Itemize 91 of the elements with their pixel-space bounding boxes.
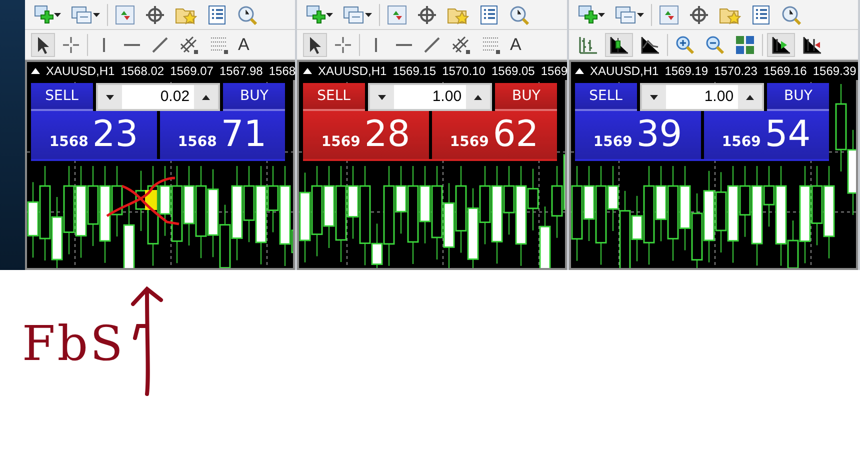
caret-icon[interactable] xyxy=(54,12,61,16)
channel-icon[interactable] xyxy=(179,34,199,54)
vertical-line-icon[interactable] xyxy=(101,36,107,54)
buy-button[interactable]: BUY xyxy=(223,83,285,111)
caret-icon[interactable] xyxy=(650,94,658,100)
price-quote: 1570.23 xyxy=(714,63,758,80)
sell-price-button[interactable]: 1569 28 xyxy=(303,111,428,159)
bar-chart-icon[interactable] xyxy=(578,34,598,54)
candle xyxy=(539,206,551,268)
price-quote: 1569.15 xyxy=(392,63,436,80)
crosshair-icon[interactable] xyxy=(689,4,709,24)
zoom-out-icon[interactable] xyxy=(705,34,725,54)
channel-icon[interactable] xyxy=(451,34,471,54)
list-icon[interactable] xyxy=(479,4,499,24)
price-quote: 1567.98 xyxy=(219,63,263,80)
arrows-icon[interactable] xyxy=(115,4,135,24)
crosshair-icon[interactable] xyxy=(62,36,80,54)
plus-icon[interactable] xyxy=(34,4,54,24)
collapse-icon[interactable] xyxy=(303,68,312,74)
chart-symbol: XAUUSD,H1 xyxy=(46,63,115,80)
sell-button[interactable]: SELL xyxy=(575,83,637,111)
windows-icon[interactable] xyxy=(71,4,93,24)
zoom-in-icon[interactable] xyxy=(675,34,695,54)
arrows-icon[interactable] xyxy=(387,4,407,24)
volume-spinner[interactable]: 0.02 xyxy=(96,83,220,111)
windows-icon[interactable] xyxy=(343,4,365,24)
crosshair-icon[interactable] xyxy=(334,36,352,54)
handwritten-note: FbS xyxy=(22,315,125,374)
plus-icon[interactable] xyxy=(578,4,598,24)
diagonal-line-icon[interactable] xyxy=(423,36,441,54)
cursor-icon[interactable] xyxy=(36,36,50,54)
clock-magnifier-icon[interactable] xyxy=(509,4,529,24)
horizontal-line-icon[interactable] xyxy=(395,42,413,48)
price-quote: 1569.07 xyxy=(170,63,214,80)
price-quote: 1570.10 xyxy=(442,63,486,80)
arrows-icon[interactable] xyxy=(659,4,679,24)
price-quote: 1569.16 xyxy=(763,63,807,80)
list-icon[interactable] xyxy=(751,4,771,24)
clock-magnifier-icon[interactable] xyxy=(781,4,801,24)
caret-icon[interactable] xyxy=(326,12,333,16)
caret-icon[interactable] xyxy=(474,94,482,100)
dotted-grid-icon[interactable] xyxy=(481,34,501,54)
chart-symbol: XAUUSD,H1 xyxy=(590,63,659,80)
windows-icon[interactable] xyxy=(615,4,637,24)
sell-button[interactable]: SELL xyxy=(303,83,365,111)
text-tool-button[interactable]: A xyxy=(508,32,524,58)
price-quote: 1569.19 xyxy=(664,63,708,80)
horizontal-line-icon[interactable] xyxy=(123,42,141,48)
price-quote: 1568 xyxy=(268,63,295,80)
crosshair-icon[interactable] xyxy=(417,4,437,24)
buy-price-button[interactable]: 1569 54 xyxy=(704,111,829,159)
candle xyxy=(111,166,123,238)
tile-windows-icon[interactable] xyxy=(735,34,755,54)
plus-icon[interactable] xyxy=(306,4,326,24)
buy-button[interactable]: BUY xyxy=(767,83,829,111)
candle xyxy=(51,196,63,268)
caret-icon[interactable] xyxy=(598,12,605,16)
chart-symbol: XAUUSD,H1 xyxy=(318,63,387,80)
cursor-icon[interactable] xyxy=(308,36,322,54)
caret-icon[interactable] xyxy=(93,12,100,16)
volume-spinner[interactable]: 1.00 xyxy=(640,83,764,111)
diagonal-line-icon[interactable] xyxy=(151,36,169,54)
candle xyxy=(739,166,751,238)
caret-icon[interactable] xyxy=(637,12,644,16)
list-icon[interactable] xyxy=(207,4,227,24)
price-quote: 1569.39 xyxy=(812,63,856,80)
price-quote: 1569 xyxy=(540,63,567,80)
price-quote: 1568.02 xyxy=(120,63,164,80)
clock-magnifier-icon[interactable] xyxy=(237,4,257,24)
sell-button[interactable]: SELL xyxy=(31,83,93,111)
collapse-icon[interactable] xyxy=(31,68,40,74)
buy-price-button[interactable]: 1568 71 xyxy=(160,111,285,159)
caret-icon[interactable] xyxy=(746,94,754,100)
buy-button[interactable]: BUY xyxy=(495,83,557,111)
crosshair-icon[interactable] xyxy=(145,4,165,24)
collapse-icon[interactable] xyxy=(575,68,584,74)
dotted-grid-icon[interactable] xyxy=(209,34,229,54)
candle-chart-icon[interactable] xyxy=(609,34,629,54)
caret-icon[interactable] xyxy=(106,94,114,100)
text-tool-button[interactable]: A xyxy=(236,32,252,58)
sell-price-button[interactable]: 1569 39 xyxy=(575,111,700,159)
sell-price-button[interactable]: 1568 23 xyxy=(31,111,156,159)
price-quote: 1569.05 xyxy=(491,63,535,80)
caret-icon[interactable] xyxy=(202,94,210,100)
caret-icon[interactable] xyxy=(378,94,386,100)
candle xyxy=(159,166,171,236)
candle xyxy=(123,204,135,268)
volume-spinner[interactable]: 1.00 xyxy=(368,83,492,111)
vertical-line-icon[interactable] xyxy=(373,36,379,54)
buy-price-button[interactable]: 1569 62 xyxy=(432,111,557,159)
caret-icon[interactable] xyxy=(365,12,372,16)
